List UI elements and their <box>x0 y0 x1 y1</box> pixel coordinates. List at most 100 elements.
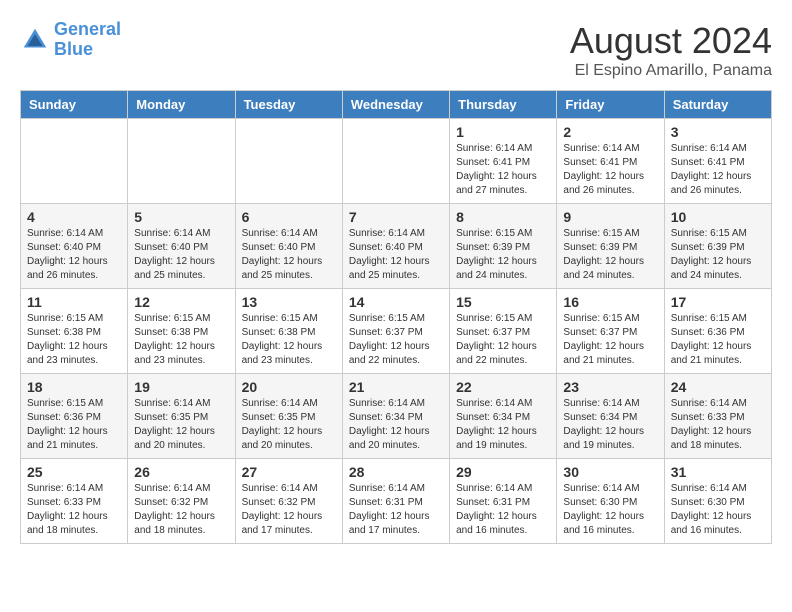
calendar-cell <box>342 119 449 204</box>
day-info: Sunrise: 6:14 AM Sunset: 6:33 PM Dayligh… <box>27 482 121 538</box>
day-info: Sunrise: 6:15 AM Sunset: 6:39 PM Dayligh… <box>671 227 765 283</box>
calendar-cell <box>235 119 342 204</box>
calendar-cell: 23 Sunrise: 6:14 AM Sunset: 6:34 PM Dayli… <box>557 374 664 459</box>
day-number: 26 <box>134 464 228 480</box>
day-number: 25 <box>27 464 121 480</box>
day-info: Sunrise: 6:14 AM Sunset: 6:31 PM Dayligh… <box>349 482 443 538</box>
day-number: 3 <box>671 124 765 140</box>
calendar-body: 1Sunrise: 6:14 AM Sunset: 6:41 PM Daylig… <box>21 119 772 544</box>
calendar-cell <box>128 119 235 204</box>
day-info: Sunrise: 6:15 AM Sunset: 6:36 PM Dayligh… <box>671 312 765 368</box>
calendar-cell: 31 Sunrise: 6:14 AM Sunset: 6:30 PM Dayli… <box>664 459 771 544</box>
calendar-cell: 28 Sunrise: 6:14 AM Sunset: 6:31 PM Dayli… <box>342 459 449 544</box>
calendar-cell: 26Sunrise: 6:14 AM Sunset: 6:32 PM Dayli… <box>128 459 235 544</box>
day-info: Sunrise: 6:14 AM Sunset: 6:34 PM Dayligh… <box>563 397 657 453</box>
calendar-cell: 4Sunrise: 6:14 AM Sunset: 6:40 PM Daylig… <box>21 204 128 289</box>
day-header-saturday: Saturday <box>664 91 771 119</box>
day-info: Sunrise: 6:15 AM Sunset: 6:37 PM Dayligh… <box>563 312 657 368</box>
logo-line2: Blue <box>54 39 93 59</box>
day-info: Sunrise: 6:14 AM Sunset: 6:34 PM Dayligh… <box>349 397 443 453</box>
day-number: 15 <box>456 294 550 310</box>
day-number: 11 <box>27 294 121 310</box>
day-number: 24 <box>671 379 765 395</box>
day-header-sunday: Sunday <box>21 91 128 119</box>
calendar-week-2: 4Sunrise: 6:14 AM Sunset: 6:40 PM Daylig… <box>21 204 772 289</box>
calendar-cell: 16 Sunrise: 6:15 AM Sunset: 6:37 PM Dayli… <box>557 289 664 374</box>
day-number: 23 <box>563 379 657 395</box>
calendar-cell: 19 Sunrise: 6:14 AM Sunset: 6:35 PM Dayli… <box>128 374 235 459</box>
day-info: Sunrise: 6:14 AM Sunset: 6:34 PM Dayligh… <box>456 397 550 453</box>
day-info: Sunrise: 6:14 AM Sunset: 6:40 PM Dayligh… <box>242 227 336 283</box>
day-number: 28 <box>349 464 443 480</box>
calendar-cell: 7 Sunrise: 6:14 AM Sunset: 6:40 PM Daylig… <box>342 204 449 289</box>
day-info: Sunrise: 6:14 AM Sunset: 6:30 PM Dayligh… <box>671 482 765 538</box>
day-number: 7 <box>349 209 443 225</box>
calendar-cell: 27Sunrise: 6:14 AM Sunset: 6:32 PM Dayli… <box>235 459 342 544</box>
day-number: 13 <box>242 294 336 310</box>
day-info: Sunrise: 6:14 AM Sunset: 6:31 PM Dayligh… <box>456 482 550 538</box>
calendar-cell: 29 Sunrise: 6:14 AM Sunset: 6:31 PM Dayli… <box>450 459 557 544</box>
calendar-cell: 30 Sunrise: 6:14 AM Sunset: 6:30 PM Dayli… <box>557 459 664 544</box>
month-title: August 2024 <box>570 20 772 62</box>
day-info: Sunrise: 6:14 AM Sunset: 6:41 PM Dayligh… <box>563 142 657 198</box>
calendar-week-1: 1Sunrise: 6:14 AM Sunset: 6:41 PM Daylig… <box>21 119 772 204</box>
day-number: 31 <box>671 464 765 480</box>
day-info: Sunrise: 6:15 AM Sunset: 6:36 PM Dayligh… <box>27 397 121 453</box>
day-info: Sunrise: 6:14 AM Sunset: 6:30 PM Dayligh… <box>563 482 657 538</box>
calendar-cell: 14Sunrise: 6:15 AM Sunset: 6:37 PM Dayli… <box>342 289 449 374</box>
logo-text: General Blue <box>54 20 121 60</box>
calendar-week-3: 11 Sunrise: 6:15 AM Sunset: 6:38 PM Dayli… <box>21 289 772 374</box>
day-info: Sunrise: 6:14 AM Sunset: 6:41 PM Dayligh… <box>456 142 550 198</box>
calendar-cell: 24 Sunrise: 6:14 AM Sunset: 6:33 PM Dayli… <box>664 374 771 459</box>
day-number: 30 <box>563 464 657 480</box>
day-info: Sunrise: 6:14 AM Sunset: 6:40 PM Dayligh… <box>27 227 121 283</box>
day-header-monday: Monday <box>128 91 235 119</box>
day-info: Sunrise: 6:14 AM Sunset: 6:40 PM Dayligh… <box>134 227 228 283</box>
calendar-cell: 25 Sunrise: 6:14 AM Sunset: 6:33 PM Dayli… <box>21 459 128 544</box>
day-info: Sunrise: 6:15 AM Sunset: 6:38 PM Dayligh… <box>242 312 336 368</box>
day-number: 22 <box>456 379 550 395</box>
day-number: 21 <box>349 379 443 395</box>
title-block: August 2024 El Espino Amarillo, Panama <box>570 20 772 80</box>
day-number: 6 <box>242 209 336 225</box>
day-header-wednesday: Wednesday <box>342 91 449 119</box>
calendar-cell: 1Sunrise: 6:14 AM Sunset: 6:41 PM Daylig… <box>450 119 557 204</box>
day-info: Sunrise: 6:15 AM Sunset: 6:37 PM Dayligh… <box>349 312 443 368</box>
day-number: 18 <box>27 379 121 395</box>
day-number: 10 <box>671 209 765 225</box>
calendar-cell: 2 Sunrise: 6:14 AM Sunset: 6:41 PM Daylig… <box>557 119 664 204</box>
day-info: Sunrise: 6:15 AM Sunset: 6:38 PM Dayligh… <box>134 312 228 368</box>
day-info: Sunrise: 6:15 AM Sunset: 6:38 PM Dayligh… <box>27 312 121 368</box>
calendar-cell: 18 Sunrise: 6:15 AM Sunset: 6:36 PM Dayli… <box>21 374 128 459</box>
logo: General Blue <box>20 20 121 60</box>
calendar-header-row: SundayMondayTuesdayWednesdayThursdayFrid… <box>21 91 772 119</box>
page-header: General Blue August 2024 El Espino Amari… <box>20 20 772 80</box>
location-title: El Espino Amarillo, Panama <box>570 62 772 80</box>
day-number: 16 <box>563 294 657 310</box>
calendar-cell: 6 Sunrise: 6:14 AM Sunset: 6:40 PM Daylig… <box>235 204 342 289</box>
calendar-cell: 9Sunrise: 6:15 AM Sunset: 6:39 PM Daylig… <box>557 204 664 289</box>
day-info: Sunrise: 6:14 AM Sunset: 6:33 PM Dayligh… <box>671 397 765 453</box>
day-info: Sunrise: 6:15 AM Sunset: 6:37 PM Dayligh… <box>456 312 550 368</box>
day-info: Sunrise: 6:14 AM Sunset: 6:40 PM Dayligh… <box>349 227 443 283</box>
calendar-cell: 3 Sunrise: 6:14 AM Sunset: 6:41 PM Daylig… <box>664 119 771 204</box>
day-number: 2 <box>563 124 657 140</box>
calendar-cell: 20Sunrise: 6:14 AM Sunset: 6:35 PM Dayli… <box>235 374 342 459</box>
day-number: 20 <box>242 379 336 395</box>
day-info: Sunrise: 6:15 AM Sunset: 6:39 PM Dayligh… <box>563 227 657 283</box>
day-number: 8 <box>456 209 550 225</box>
calendar-week-5: 25 Sunrise: 6:14 AM Sunset: 6:33 PM Dayli… <box>21 459 772 544</box>
calendar-cell: 12Sunrise: 6:15 AM Sunset: 6:38 PM Dayli… <box>128 289 235 374</box>
day-header-tuesday: Tuesday <box>235 91 342 119</box>
calendar-cell: 10 Sunrise: 6:15 AM Sunset: 6:39 PM Dayli… <box>664 204 771 289</box>
calendar-cell: 22 Sunrise: 6:14 AM Sunset: 6:34 PM Dayli… <box>450 374 557 459</box>
day-info: Sunrise: 6:15 AM Sunset: 6:39 PM Dayligh… <box>456 227 550 283</box>
day-number: 29 <box>456 464 550 480</box>
day-number: 17 <box>671 294 765 310</box>
day-number: 19 <box>134 379 228 395</box>
day-info: Sunrise: 6:14 AM Sunset: 6:32 PM Dayligh… <box>242 482 336 538</box>
calendar-cell: 13 Sunrise: 6:15 AM Sunset: 6:38 PM Dayli… <box>235 289 342 374</box>
calendar-cell: 5Sunrise: 6:14 AM Sunset: 6:40 PM Daylig… <box>128 204 235 289</box>
day-info: Sunrise: 6:14 AM Sunset: 6:35 PM Dayligh… <box>134 397 228 453</box>
day-info: Sunrise: 6:14 AM Sunset: 6:41 PM Dayligh… <box>671 142 765 198</box>
